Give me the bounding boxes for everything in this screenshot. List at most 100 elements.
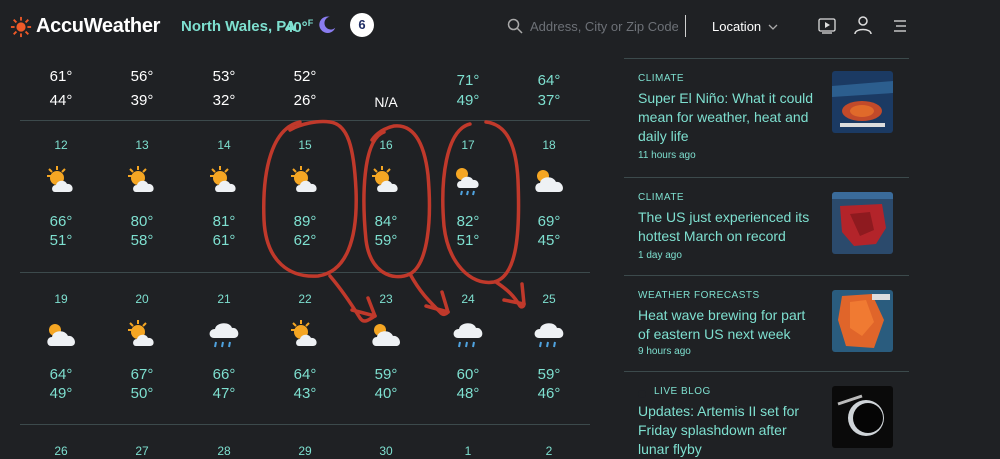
news-card[interactable]: LIVE BLOG Updates: Artemis II set for Fr… — [624, 371, 909, 459]
forecast-day-cell[interactable]: 26 — [20, 444, 102, 458]
news-timestamp: 11 hours ago — [638, 150, 696, 161]
low-temp: 43° — [293, 385, 317, 402]
day-number: 13 — [135, 138, 149, 152]
low-temp: 51° — [49, 232, 73, 249]
low-temp: 46° — [537, 385, 561, 402]
forecast-day-cell[interactable]: 12 66° 51° — [20, 138, 102, 249]
forecast-day-cell[interactable]: 29 — [264, 444, 346, 458]
forecast-day-cell[interactable]: 71° 49° — [427, 72, 509, 109]
low-temp: 40° — [374, 385, 398, 402]
day-number: 25 — [542, 292, 556, 306]
day-number: 20 — [135, 292, 149, 306]
news-card[interactable]: WEATHER FORECASTS Heat wave brewing for … — [624, 275, 909, 371]
partly-sunny-icon — [366, 164, 406, 198]
partly-sunny-icon — [204, 164, 244, 198]
news-title[interactable]: The US just experienced its hottest Marc… — [638, 208, 818, 246]
news-thumbnail-image[interactable] — [832, 290, 893, 352]
current-temp[interactable]: 40°F — [285, 18, 313, 36]
forecast-day-cell[interactable]: 21 66° 47° — [183, 292, 265, 402]
news-card[interactable]: CLIMATE Super El Niño: What it could mea… — [624, 58, 909, 177]
high-temp: 84° — [374, 213, 398, 230]
current-location[interactable]: North Wales, PA — [181, 18, 296, 35]
news-thumbnail-image[interactable] — [832, 386, 893, 448]
forecast-day-cell[interactable]: 14 81° 61° — [183, 138, 265, 249]
high-temp: 56° — [130, 68, 154, 85]
forecast-day-cell[interactable]: 56° 39° — [101, 68, 183, 109]
partly-sunny-icon — [285, 164, 325, 198]
forecast-day-cell[interactable]: 2 — [508, 444, 590, 458]
mostly-cloudy-icon — [366, 318, 406, 352]
high-temp: 82° — [456, 213, 480, 230]
forecast-day-cell[interactable]: N/A — [345, 94, 427, 110]
low-temp: 49° — [456, 92, 480, 109]
news-category: CLIMATE — [638, 192, 685, 203]
news-card[interactable]: CLIMATE The US just experienced its hott… — [624, 177, 909, 275]
partly-sunny-icon — [122, 318, 162, 352]
forecast-day-cell[interactable]: 19 64° 49° — [20, 292, 102, 402]
forecast-day-cell[interactable]: 61° 44° — [20, 68, 102, 109]
day-number: 18 — [542, 138, 556, 152]
current-temp-value: 40° — [285, 19, 308, 36]
partly-sunny-icon — [285, 318, 325, 352]
forecast-day-cell[interactable]: 24 60° 48° — [427, 292, 509, 402]
high-temp: 71° — [456, 72, 480, 89]
forecast-day-cell[interactable]: 30 — [345, 444, 427, 458]
rain-icon — [204, 318, 244, 352]
high-temp: 64° — [537, 72, 561, 89]
high-temp: 64° — [293, 366, 317, 383]
news-thumbnail-image[interactable] — [832, 192, 893, 254]
location-dropdown-label: Location — [712, 19, 762, 34]
forecast-day-cell[interactable]: 15 89° 62° — [264, 138, 346, 249]
forecast-day-cell[interactable]: 17 82° 51° — [427, 138, 509, 249]
forecast-day-cell[interactable]: 20 67° 50° — [101, 292, 183, 402]
day-number: 24 — [461, 292, 475, 306]
station-logo-icon[interactable]: 6 — [350, 13, 374, 37]
news-title[interactable]: Updates: Artemis II set for Friday splas… — [638, 402, 818, 459]
chevron-down-icon — [768, 24, 778, 30]
high-temp: 66° — [49, 213, 73, 230]
partly-sunny-icon — [41, 164, 81, 198]
sun-showers-icon — [448, 164, 488, 198]
high-temp: 60° — [456, 366, 480, 383]
moon-icon — [319, 16, 336, 33]
temp-unit: F — [307, 18, 314, 28]
news-category: WEATHER FORECASTS — [638, 290, 760, 301]
day-number: 19 — [54, 292, 68, 306]
low-temp: 58° — [130, 232, 154, 249]
menu-icon[interactable] — [893, 19, 907, 33]
mostly-cloudy-icon — [41, 318, 81, 352]
day-number: 12 — [54, 138, 68, 152]
forecast-day-cell[interactable]: 64° 37° — [508, 72, 590, 109]
forecast-day-cell[interactable]: 22 64° 43° — [264, 292, 346, 402]
accuweather-logo[interactable]: AccuWeather — [10, 15, 160, 38]
user-icon[interactable] — [853, 15, 873, 35]
forecast-row-3: 19 64° 49° 20 67° 50° 21 66° 47° 22 64° … — [20, 272, 590, 422]
news-thumbnail-image[interactable] — [832, 71, 893, 133]
high-temp: 80° — [130, 213, 154, 230]
high-temp: 66° — [212, 366, 236, 383]
news-title[interactable]: Super El Niño: What it could mean for we… — [638, 89, 818, 146]
low-temp: 39° — [130, 92, 154, 109]
forecast-day-cell[interactable]: 28 — [183, 444, 265, 458]
news-timestamp: 1 day ago — [638, 250, 682, 261]
forecast-day-cell[interactable]: 25 59° 46° — [508, 292, 590, 402]
search-icon[interactable] — [507, 18, 523, 34]
high-temp: 61° — [49, 68, 73, 85]
location-dropdown[interactable]: Location — [712, 19, 778, 34]
forecast-day-cell[interactable]: 23 59° 40° — [345, 292, 427, 402]
high-temp: 67° — [130, 366, 154, 383]
forecast-day-cell[interactable]: 13 80° 58° — [101, 138, 183, 249]
news-title[interactable]: Heat wave brewing for part of eastern US… — [638, 306, 818, 344]
forecast-day-cell[interactable]: 27 — [101, 444, 183, 458]
forecast-day-cell[interactable]: 16 84° 59° — [345, 138, 427, 249]
forecast-row-1: 61° 44° 56° 39° 53° 32° 52° 26° N/A 71° … — [20, 58, 590, 120]
video-icon[interactable] — [818, 17, 836, 35]
forecast-day-cell[interactable]: 1 — [427, 444, 509, 458]
search-input[interactable] — [530, 15, 678, 37]
mostly-cloudy-icon — [529, 164, 569, 198]
low-temp: 32° — [212, 92, 236, 109]
forecast-day-cell[interactable]: 52° 26° — [264, 68, 346, 109]
forecast-day-cell[interactable]: 53° 32° — [183, 68, 265, 109]
forecast-day-cell[interactable]: 18 69° 45° — [508, 138, 590, 249]
live-indicator-icon — [638, 390, 646, 398]
